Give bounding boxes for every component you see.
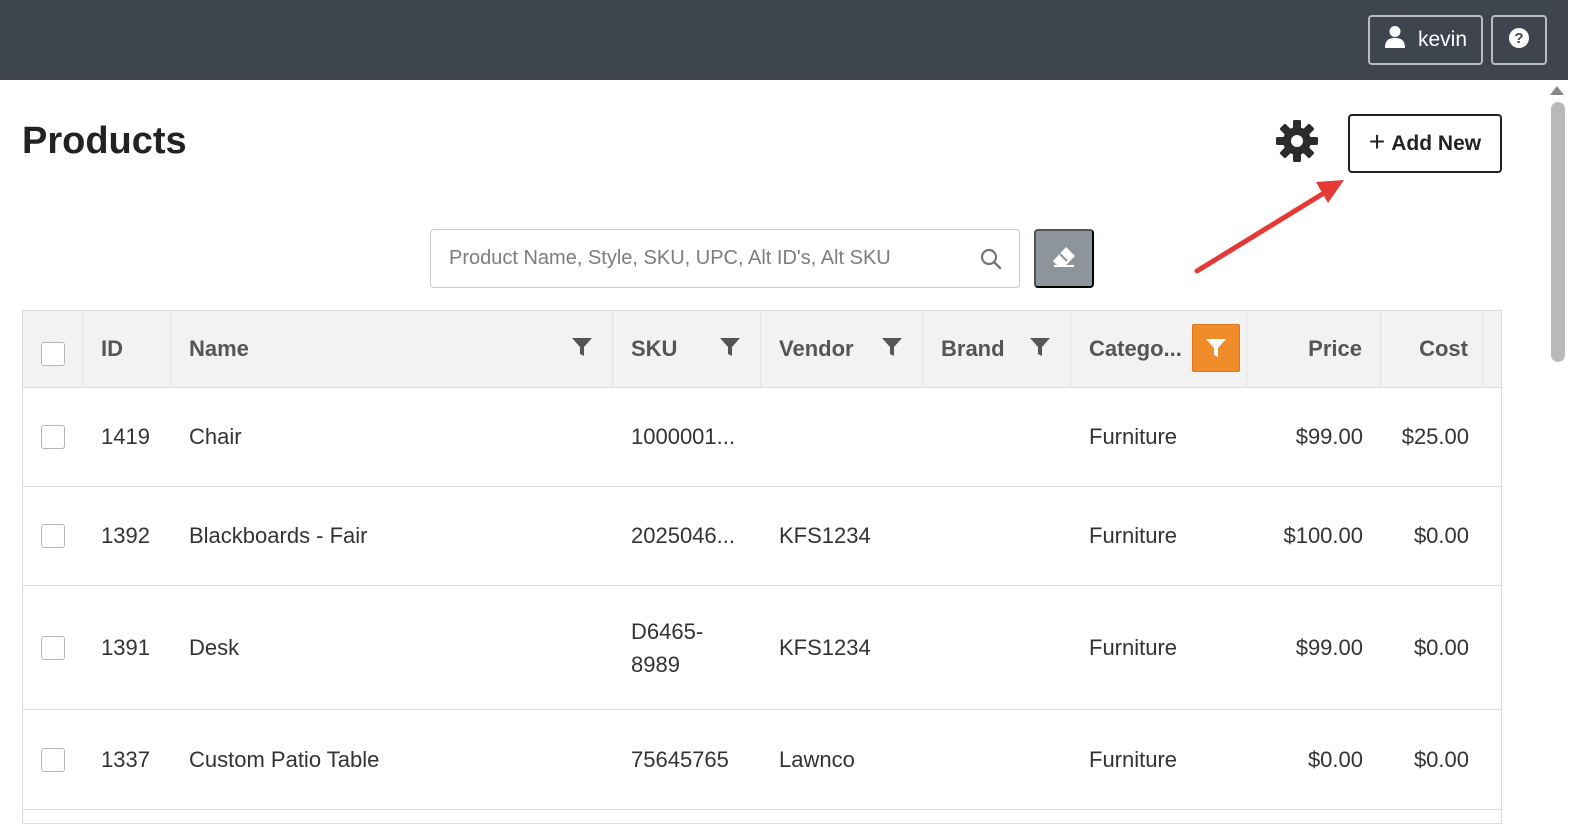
row-checkbox-cell — [41, 487, 65, 585]
table-row[interactable]: 1419 Chair 1000001... Furniture $99.00 $… — [23, 388, 1501, 487]
cell-category: Furniture — [1089, 523, 1178, 548]
cell-sku: 2025046... — [631, 523, 735, 548]
column-label: Price — [1308, 336, 1362, 361]
plus-icon: + — [1368, 126, 1386, 157]
help-button[interactable]: ? — [1491, 15, 1547, 65]
row-checkbox-cell — [41, 388, 65, 486]
column-header-name[interactable]: Name — [171, 311, 613, 387]
cell-name: Custom Patio Table — [189, 746, 380, 772]
user-name: kevin — [1417, 28, 1468, 51]
column-label: Name — [189, 336, 249, 361]
clear-search-button[interactable] — [1034, 229, 1094, 288]
cell-cost: $0.00 — [1413, 523, 1469, 548]
add-new-button[interactable]: + Add New — [1348, 114, 1502, 173]
cell-cost: $0.00 — [1413, 634, 1469, 660]
search-input[interactable] — [449, 230, 969, 287]
column-header-price[interactable]: Price — [1247, 311, 1381, 387]
column-label: ID — [101, 336, 123, 361]
table-row[interactable]: 1391 Desk D6465- 8989 KFS1234 Furniture … — [23, 586, 1501, 710]
cell-sku: 75645765 — [631, 746, 729, 772]
page-title: Products — [22, 120, 187, 162]
cell-price: $0.00 — [1307, 746, 1363, 772]
user-menu-button[interactable]: kevin — [1368, 15, 1483, 65]
products-table: ID Name SKU Vendor Brand Catego... Price… — [22, 310, 1502, 824]
table-header: ID Name SKU Vendor Brand Catego... Price… — [23, 311, 1501, 388]
scroll-up-arrow[interactable] — [1550, 86, 1564, 95]
add-new-label: Add New — [1391, 131, 1482, 155]
cell-sku: D6465- 8989 — [631, 618, 704, 677]
user-icon — [1384, 25, 1406, 55]
filter-icon[interactable] — [719, 337, 741, 362]
cell-price: $99.00 — [1295, 634, 1363, 660]
top-bar: kevin ? — [0, 0, 1568, 80]
cell-category: Furniture — [1089, 746, 1178, 772]
cell-price: $99.00 — [1295, 424, 1363, 449]
cell-price: $100.00 — [1283, 523, 1363, 548]
help-icon: ? — [1508, 27, 1530, 54]
row-checkbox-cell — [41, 586, 65, 709]
column-label: Vendor — [779, 336, 854, 361]
search-box — [430, 229, 1020, 288]
column-label: SKU — [631, 336, 678, 361]
scrollbar-thumb[interactable] — [1551, 102, 1565, 362]
cell-name: Desk — [189, 634, 240, 660]
table-row[interactable]: 1392 Blackboards - Fair 2025046... KFS12… — [23, 487, 1501, 586]
cell-vendor: KFS1234 — [779, 634, 871, 660]
row-checkbox[interactable] — [41, 524, 65, 548]
column-label: Brand — [941, 336, 1005, 361]
column-label: Catego... — [1089, 336, 1182, 361]
column-label: Cost — [1419, 336, 1468, 361]
gear-icon[interactable] — [1274, 118, 1320, 169]
cell-cost: $25.00 — [1401, 424, 1469, 449]
filter-icon[interactable] — [571, 337, 593, 362]
cell-id: 1392 — [101, 523, 150, 548]
svg-text:?: ? — [1514, 30, 1523, 47]
cell-category: Furniture — [1089, 634, 1178, 660]
cell-id: 1419 — [101, 424, 150, 449]
active-filter-icon[interactable] — [1192, 324, 1240, 372]
row-checkbox[interactable] — [41, 747, 65, 772]
cell-sku: 1000001... — [631, 424, 735, 449]
cell-vendor: KFS1234 — [779, 523, 871, 548]
search-icon[interactable] — [979, 247, 1003, 276]
row-checkbox[interactable] — [41, 635, 65, 660]
column-header-overflow — [1483, 311, 1501, 387]
cell-cost: $0.00 — [1413, 746, 1469, 772]
select-all-checkbox[interactable] — [40, 342, 65, 366]
cell-id: 1391 — [101, 634, 150, 660]
cell-name: Blackboards - Fair — [189, 523, 368, 548]
filter-icon[interactable] — [881, 337, 903, 362]
column-header-cost[interactable]: Cost — [1381, 311, 1483, 387]
filter-icon[interactable] — [1029, 337, 1051, 362]
cell-id: 1337 — [101, 746, 150, 772]
eraser-icon — [1052, 246, 1076, 271]
column-header-id[interactable]: ID — [83, 311, 171, 387]
cell-name: Chair — [189, 424, 242, 449]
header-select-cell — [23, 311, 83, 387]
cell-vendor: Lawnco — [779, 746, 855, 772]
table-row[interactable]: 1337 Custom Patio Table 75645765 Lawnco … — [23, 710, 1501, 810]
row-checkbox-cell — [41, 710, 65, 809]
row-checkbox[interactable] — [41, 425, 65, 449]
cell-category: Furniture — [1089, 424, 1178, 449]
